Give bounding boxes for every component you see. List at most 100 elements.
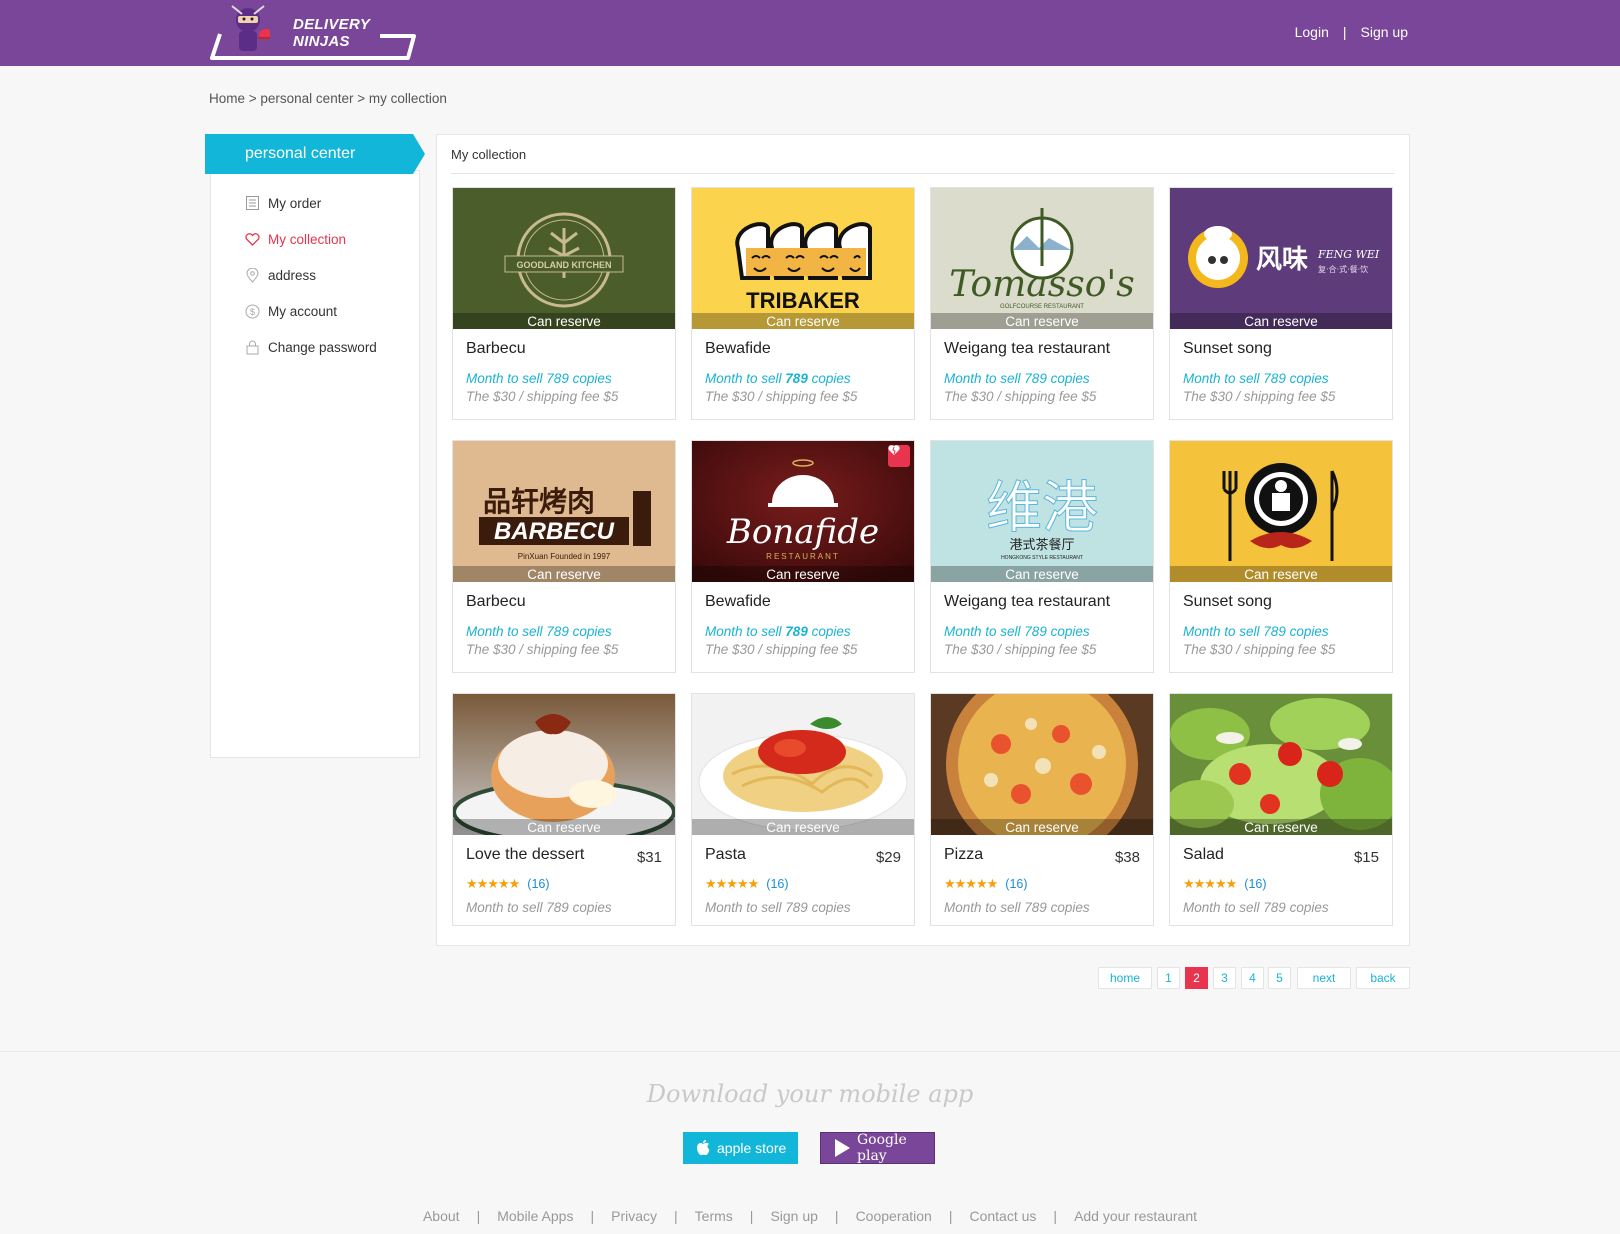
broken-heart-icon[interactable] xyxy=(888,445,910,467)
sidebar-item-my-collection[interactable]: My collection xyxy=(244,229,346,249)
heart-icon xyxy=(244,231,260,247)
restaurant-name: Sunset song xyxy=(1183,593,1272,610)
svg-text:RESTAURANT: RESTAURANT xyxy=(766,552,840,561)
svg-text:HONGKONG STYLE RESTAURANT: HONGKONG STYLE RESTAURANT xyxy=(1001,555,1083,561)
restaurant-card[interactable]: Tomasso's GOLFCOURSE RESTAURANT Can rese… xyxy=(930,187,1154,420)
login-link[interactable]: Login xyxy=(1295,24,1329,40)
star-rating-icon: ★★★★★ xyxy=(1183,876,1237,891)
footer-link-contact-us[interactable]: Contact us xyxy=(969,1208,1036,1224)
dish-photo: Can reserve xyxy=(692,694,914,835)
review-count[interactable]: (16) xyxy=(766,877,788,891)
shipping-fee: The $30 / shipping fee $5 xyxy=(466,389,619,404)
footer-separator: | xyxy=(476,1208,481,1224)
monthly-sales: Month to sell 789 copies xyxy=(705,624,851,639)
logo[interactable]: DELIVERY NINJAS xyxy=(208,2,418,62)
footer-link-cooperation[interactable]: Cooperation xyxy=(856,1208,932,1224)
dish-card[interactable]: Can reserve Pizza $38 ★★★★★ (16) Month to… xyxy=(930,693,1154,926)
can-reserve-label: Can reserve xyxy=(1170,313,1392,329)
footer-link-privacy[interactable]: Privacy xyxy=(611,1208,657,1224)
dish-card[interactable]: Can reserve Love the dessert $31 ★★★★★ (1… xyxy=(452,693,676,926)
restaurant-card[interactable]: TRIBAKER Can reserve Bewafide Month to s… xyxy=(691,187,915,420)
restaurant-card[interactable]: GOODLAND KITCHEN Can reserve Barbecu Mon… xyxy=(452,187,676,420)
apple-store-button[interactable]: apple store xyxy=(683,1132,798,1164)
dish-name: Pizza xyxy=(944,846,984,863)
review-count[interactable]: (16) xyxy=(1005,877,1027,891)
svg-text:TRIBAKER: TRIBAKER xyxy=(746,288,860,313)
shipping-fee: The $30 / shipping fee $5 xyxy=(944,642,1097,657)
restaurant-card[interactable]: 品轩烤肉 BARBECU PinXuan Founded in 1997 Can… xyxy=(452,440,676,673)
footer-link-add-restaurant[interactable]: Add your restaurant xyxy=(1074,1208,1197,1224)
pagination-page-2[interactable]: 2 xyxy=(1185,967,1208,989)
restaurant-card[interactable]: Can reserve Sunset song Month to sell 78… xyxy=(1169,440,1393,673)
breadcrumb[interactable]: Home > personal center > my collection xyxy=(209,91,447,106)
svg-text:GOLFCOURSE RESTAURANT: GOLFCOURSE RESTAURANT xyxy=(1000,304,1084,310)
signup-link[interactable]: Sign up xyxy=(1361,24,1408,40)
svg-text:风味: 风味 xyxy=(1256,245,1308,275)
can-reserve-label: Can reserve xyxy=(931,313,1153,329)
location-pin-icon xyxy=(244,267,260,283)
dish-card[interactable]: Can reserve Salad $15 ★★★★★ (16) Month to… xyxy=(1169,693,1393,926)
svg-text:维港: 维港 xyxy=(986,476,1098,541)
svg-text:Bonafide: Bonafide xyxy=(726,512,879,552)
restaurant-card[interactable]: Bonafide RESTAURANT Can reserve Bewafide… xyxy=(691,440,915,673)
can-reserve-label: Can reserve xyxy=(931,566,1153,582)
svg-text:港式茶餐厅: 港式茶餐厅 xyxy=(1009,537,1074,553)
panel-title: My collection xyxy=(451,147,527,162)
footer-separator: | xyxy=(674,1208,678,1224)
star-rating-icon: ★★★★★ xyxy=(944,876,998,891)
restaurant-logo-image: 维港 港式茶餐厅 HONGKONG STYLE RESTAURANT Can r… xyxy=(931,441,1153,582)
google-play-button[interactable]: Google play xyxy=(820,1132,935,1164)
pagination-page-4[interactable]: 4 xyxy=(1241,967,1264,989)
sidebar-item-label: My collection xyxy=(268,231,347,247)
can-reserve-label: Can reserve xyxy=(1170,566,1392,582)
star-rating-icon: ★★★★★ xyxy=(705,876,759,891)
sidebar-item-my-order[interactable]: My order xyxy=(244,193,321,213)
dish-rating: ★★★★★ (16) xyxy=(705,876,789,892)
sidebar-item-label: address xyxy=(268,267,317,283)
footer-separator: | xyxy=(948,1208,953,1224)
auth-links: Login | Sign up xyxy=(1295,24,1408,40)
auth-separator: | xyxy=(1342,24,1347,40)
pagination-page-5[interactable]: 5 xyxy=(1268,967,1291,989)
dish-price: $29 xyxy=(875,849,901,866)
pagination-home[interactable]: home xyxy=(1098,967,1152,989)
can-reserve-label: Can reserve xyxy=(692,566,914,582)
sidebar-item-address[interactable]: address xyxy=(244,265,316,285)
ninja-mascot-icon xyxy=(231,5,270,51)
shipping-fee: The $30 / shipping fee $5 xyxy=(1183,389,1336,404)
restaurant-card[interactable]: 风味 FENG WEI 复·合·式·餐·饮 Can reserve Sunset… xyxy=(1169,187,1393,420)
dish-card[interactable]: Can reserve Pasta $29 ★★★★★ (16) Month to… xyxy=(691,693,915,926)
monthly-sales: Month to sell 789 copies xyxy=(705,371,851,386)
dish-price: $38 xyxy=(1114,849,1140,866)
pagination-page-1[interactable]: 1 xyxy=(1157,967,1180,989)
review-count[interactable]: (16) xyxy=(1244,877,1266,891)
restaurant-logo-image: TRIBAKER Can reserve xyxy=(692,188,914,329)
sidebar-item-my-account[interactable]: $ My account xyxy=(244,301,337,321)
pagination-page-3[interactable]: 3 xyxy=(1213,967,1236,989)
sidebar-item-label: My order xyxy=(268,195,322,211)
restaurant-logo-image: GOODLAND KITCHEN Can reserve xyxy=(453,188,675,329)
pagination-back[interactable]: back xyxy=(1356,967,1410,989)
svg-text:GOODLAND KITCHEN: GOODLAND KITCHEN xyxy=(517,260,612,270)
footer-link-about[interactable]: About xyxy=(423,1208,460,1224)
restaurant-card[interactable]: 维港 港式茶餐厅 HONGKONG STYLE RESTAURANT Can r… xyxy=(930,440,1154,673)
review-count[interactable]: (16) xyxy=(527,877,549,891)
monthly-sales: Month to sell 789 copies xyxy=(1183,624,1329,639)
monthly-sales: Month to sell 789 copies xyxy=(466,624,612,639)
dish-price: $31 xyxy=(636,849,662,866)
pagination-next[interactable]: next xyxy=(1297,967,1351,989)
panel-divider xyxy=(451,173,1395,174)
monthly-sales: Month to sell 789 copies xyxy=(944,624,1090,639)
footer-link-mobile-apps[interactable]: Mobile Apps xyxy=(497,1208,573,1224)
star-rating-icon: ★★★★★ xyxy=(466,876,520,891)
sidebar-header: personal center xyxy=(205,134,425,174)
svg-text:Tomasso's: Tomasso's xyxy=(949,264,1134,305)
sidebar xyxy=(210,170,420,758)
restaurant-logo-image: Tomasso's GOLFCOURSE RESTAURANT Can rese… xyxy=(931,188,1153,329)
dish-rating: ★★★★★ (16) xyxy=(466,876,550,892)
restaurant-name: Sunset song xyxy=(1183,340,1272,357)
footer-link-terms[interactable]: Terms xyxy=(695,1208,733,1224)
footer-link-sign-up[interactable]: Sign up xyxy=(770,1208,817,1224)
download-app-title: Download your mobile app xyxy=(646,1080,974,1108)
sidebar-item-change-password[interactable]: Change password xyxy=(244,337,377,357)
